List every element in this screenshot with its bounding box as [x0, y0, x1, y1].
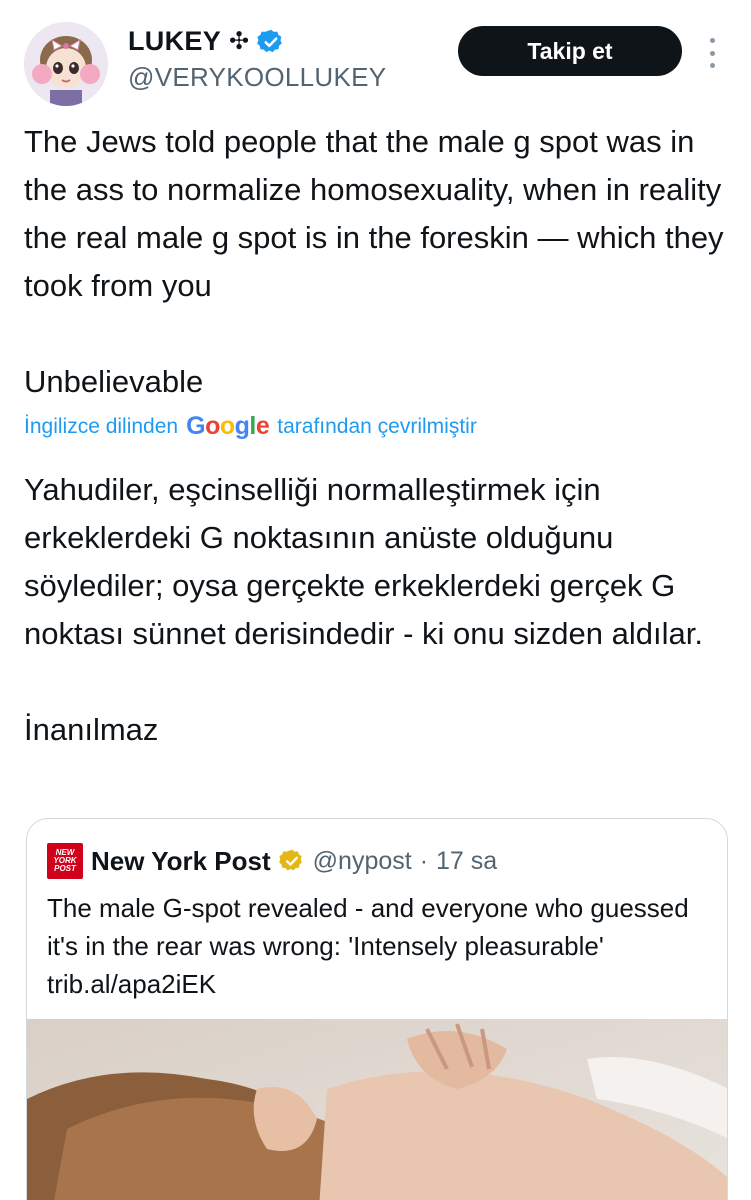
translated-text: Yahudiler, eşcinselliği normalleştirmek … — [24, 472, 703, 747]
quote-author-name[interactable]: New York Post — [91, 846, 271, 877]
quote-media-image[interactable] — [27, 1019, 727, 1200]
google-logo: Google — [186, 412, 270, 440]
avatar[interactable] — [24, 22, 108, 106]
quoted-tweet-card[interactable]: NEW YORK POST New York Post @nypost · 17 s… — [26, 818, 728, 1200]
quote-time[interactable]: 17 sa — [436, 847, 497, 876]
name-glyph: ✣ — [229, 28, 250, 55]
author-name-row[interactable]: LUKEY ✣ — [128, 26, 285, 57]
follow-button[interactable]: Takip et — [458, 26, 682, 76]
translation-suffix: tarafından çevrilmiştir — [277, 414, 477, 438]
tweet-text: The Jews told people that the male g spo… — [24, 124, 724, 399]
quote-header: NEW YORK POST New York Post @nypost · 17 s… — [47, 843, 497, 879]
quote-separator: · — [419, 846, 429, 875]
translation-attribution[interactable]: İngilizce dilinden Google tarafından çev… — [24, 412, 477, 441]
gold-verified-badge-icon — [278, 849, 302, 871]
vertical-ellipsis-icon[interactable] — [704, 38, 720, 68]
tweet-header: LUKEY ✣ @VERYKOOLLUKEY Takip et — [0, 0, 751, 110]
display-name[interactable]: LUKEY — [128, 26, 221, 57]
quote-text: The male G-spot revealed - and everyone … — [47, 893, 689, 999]
blue-verified-badge-icon — [257, 29, 282, 52]
quote-author-handle[interactable]: @nypost — [313, 847, 412, 876]
author-handle[interactable]: @VERYKOOLLUKEY — [128, 62, 386, 93]
nypost-logo: NEW YORK POST — [47, 843, 83, 879]
translation-prefix: İngilizce dilinden — [24, 414, 179, 438]
